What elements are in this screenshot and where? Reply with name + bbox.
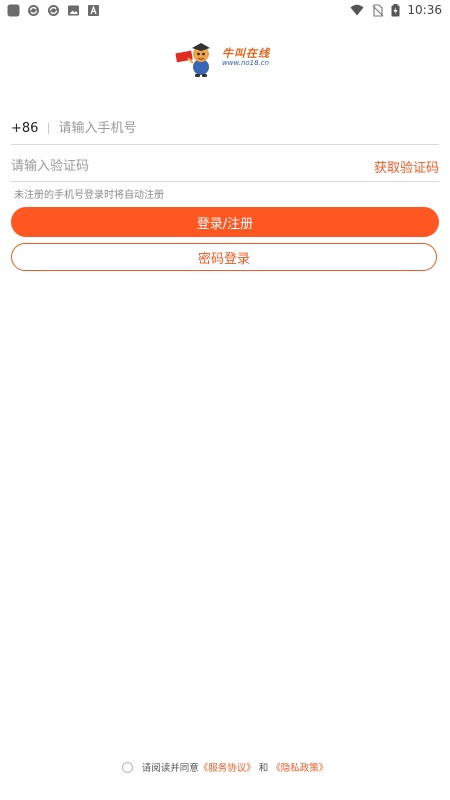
- verification-code-input[interactable]: [11, 158, 374, 174]
- agreement-prefix: 请阅读并同意: [141, 763, 199, 774]
- agreement-row: 请阅读并同意 《服务协议》 和 《隐私政策》: [0, 759, 450, 775]
- divider: [48, 123, 50, 134]
- no-sim-icon: [373, 3, 384, 17]
- image-icon: [68, 5, 79, 15]
- sync-icon: [28, 4, 39, 16]
- app-logo: 牛叫在线 www.no18.cn: [174, 39, 274, 79]
- login-screen: 10:36 牛叫在线 www.no18.cn +86 请输入手机号 请输入验证码…: [0, 0, 450, 800]
- country-code[interactable]: +86: [11, 121, 38, 136]
- password-login-button[interactable]: 密码登录: [11, 243, 437, 271]
- service-agreement-link[interactable]: 《服务协议》: [199, 760, 256, 774]
- agreement-and: 和: [258, 763, 269, 774]
- status-left: [0, 4, 100, 17]
- login-register-button[interactable]: 登录/注册: [11, 207, 439, 237]
- verification-code-row: 获取验证码: [11, 151, 439, 182]
- mascot-icon: [175, 43, 210, 77]
- privacy-policy-link[interactable]: 《隐私政策》: [271, 760, 328, 774]
- logo-url: www.no18.cn: [222, 59, 270, 67]
- app-icon: [7, 4, 20, 16]
- sync-icon: [48, 4, 59, 16]
- wifi-icon: [350, 4, 364, 15]
- status-right: 10:36: [350, 3, 450, 17]
- status-bar: 10:36: [0, 0, 450, 20]
- battery-icon: [391, 3, 400, 16]
- phone-input[interactable]: [58, 121, 439, 136]
- status-time: 10:36: [407, 3, 442, 17]
- phone-row: +86: [11, 113, 439, 145]
- text-icon: [88, 4, 99, 16]
- get-code-button[interactable]: 获取验证码: [374, 157, 439, 176]
- auto-register-hint: 未注册的手机号登录时将自动注册: [14, 190, 164, 201]
- agreement-checkbox[interactable]: [121, 761, 133, 773]
